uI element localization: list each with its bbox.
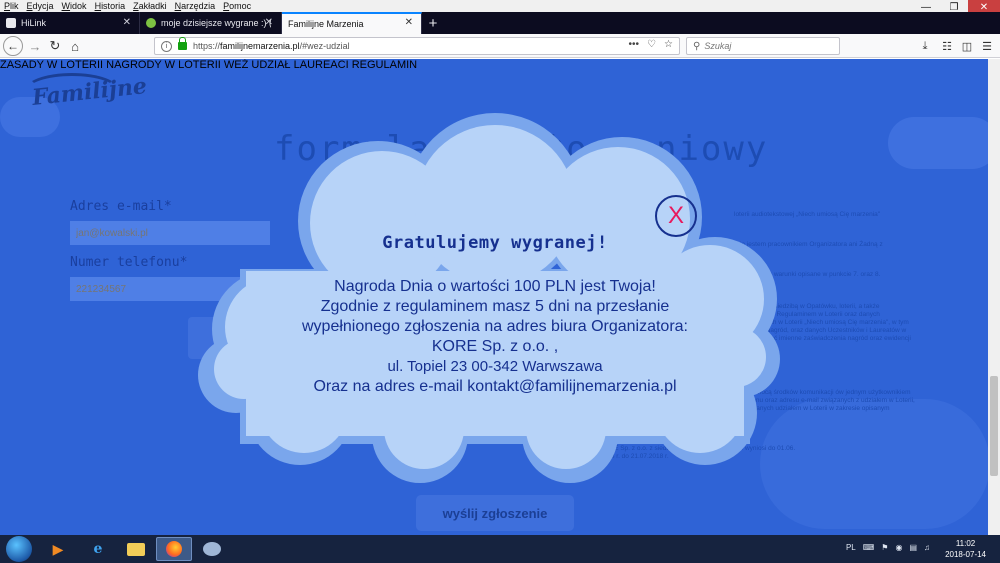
clock-date: 2018-07-14	[945, 550, 986, 559]
media-player-icon[interactable]: ▶	[40, 537, 76, 561]
popup-line-prize: Nagroda Dnia o wartości 100 PLN jest Two…	[334, 278, 656, 295]
page-actions-icon[interactable]: •••	[629, 39, 640, 50]
popup-body: Nagroda Dnia o wartości 100 PLN jest Two…	[230, 277, 760, 397]
tab-hilink[interactable]: HiLink ✕	[0, 12, 140, 34]
menu-bar: Plik Edycja Widok Historia Zakładki Narz…	[0, 0, 1000, 12]
new-tab-plus-icon[interactable]: +	[424, 12, 442, 34]
menu-historia[interactable]: Historia	[95, 1, 126, 11]
firefox-icon[interactable]	[156, 537, 192, 561]
library-icon[interactable]: ☷	[938, 37, 956, 55]
internet-explorer-icon[interactable]: e	[80, 537, 116, 561]
menu-widok[interactable]: Widok	[62, 1, 87, 11]
menu-plik[interactable]: Plik	[4, 1, 19, 11]
tab-bar: HiLink ✕ moje dzisiejsze wygrane :) (Str…	[0, 12, 1000, 34]
tab-familijne-marzenia[interactable]: Familijne Marzenia ✕	[282, 12, 422, 34]
puzzle-favicon-icon	[146, 18, 156, 28]
navigation-bar: ← → ↻ ⌂ i https://familijnemarzenia.pl/#…	[0, 34, 1000, 58]
back-arrow-icon[interactable]: ←	[3, 36, 23, 56]
lock-icon	[178, 37, 187, 50]
tab-close-icon[interactable]: ✕	[265, 17, 273, 28]
tab-title: Familijne Marzenia	[288, 19, 364, 29]
system-tray: PL ⌨ ⚑ ◉ ▤ ♫	[846, 543, 930, 552]
hamburger-menu-icon[interactable]: ☰	[978, 37, 996, 55]
popup-title: Gratulujemy wygranej!	[382, 233, 608, 253]
tray-flag-icon[interactable]: ⚑	[881, 543, 888, 552]
popup-line-email: Oraz na adres e-mail kontakt@familijnema…	[313, 378, 677, 395]
popup-line-company: KORE Sp. z o.o. ,	[431, 338, 559, 355]
url-text[interactable]: https://familijnemarzenia.pl/#wez-udzial	[193, 41, 350, 51]
menu-pomoc[interactable]: Pomoc	[223, 1, 251, 11]
tab-moje-wygrane[interactable]: moje dzisiejsze wygrane :) (Stro ✕	[140, 12, 282, 34]
clock-time: 11:02	[955, 539, 976, 548]
network-icon[interactable]: ▤	[909, 543, 917, 552]
popup-line-address-intro: wypełnionego zgłoszenia na adres biura O…	[301, 318, 688, 335]
menu-narzedzia[interactable]: Narzędzia	[175, 1, 216, 11]
hilink-favicon-icon	[6, 18, 16, 28]
reload-icon[interactable]: ↻	[46, 37, 64, 55]
start-button-icon[interactable]	[6, 536, 32, 562]
volume-icon[interactable]: ♫	[924, 543, 930, 552]
menu-zakladki[interactable]: Zakładki	[133, 1, 167, 11]
scrollbar-thumb[interactable]	[990, 376, 998, 476]
sidebar-icon[interactable]: ◫	[958, 37, 976, 55]
search-icon: ⚲	[693, 40, 701, 52]
tab-close-icon[interactable]: ✕	[123, 17, 131, 28]
info-icon[interactable]: i	[161, 40, 172, 52]
menu-edycja[interactable]: Edycja	[27, 1, 54, 11]
tab-title: HiLink	[21, 18, 47, 28]
web-page: Familijne ZASADY W LOTERII NAGRODY W LOT…	[0, 59, 988, 535]
search-bar[interactable]: ⚲	[686, 37, 840, 55]
language-indicator[interactable]: PL	[846, 543, 856, 552]
file-explorer-icon[interactable]	[118, 537, 154, 561]
downloads-icon[interactable]: ⤓	[916, 37, 934, 55]
tab-title: moje dzisiejsze wygrane :) (Stro	[161, 18, 271, 28]
popup-close-button[interactable]: X	[655, 195, 697, 237]
forward-arrow-icon[interactable]: →	[26, 37, 44, 55]
bookmark-star-icon[interactable]: ☆	[664, 39, 673, 50]
url-bar[interactable]: i https://familijnemarzenia.pl/#wez-udzi…	[154, 37, 680, 55]
cloud-app-icon[interactable]	[194, 537, 230, 561]
url-actions: ••• ♡ ☆	[629, 39, 673, 50]
keyboard-icon[interactable]: ⌨	[863, 543, 875, 552]
popup-line-street: ul. Topiel 23 00-342 Warwszawa	[387, 358, 603, 375]
clock[interactable]: 11:02 2018-07-14	[945, 538, 986, 560]
tab-close-icon[interactable]: ✕	[405, 17, 413, 28]
taskbar: ▶ e PL ⌨ ⚑ ◉ ▤ ♫ 11:02 2018-07-14	[0, 535, 1000, 563]
pocket-icon[interactable]: ♡	[647, 39, 656, 50]
tray-app-icon[interactable]: ◉	[895, 543, 902, 552]
search-input[interactable]	[704, 41, 825, 51]
home-icon[interactable]: ⌂	[66, 37, 84, 55]
popup-line-regulamin: Zgodnie z regulaminem masz 5 dni na prze…	[320, 298, 670, 315]
